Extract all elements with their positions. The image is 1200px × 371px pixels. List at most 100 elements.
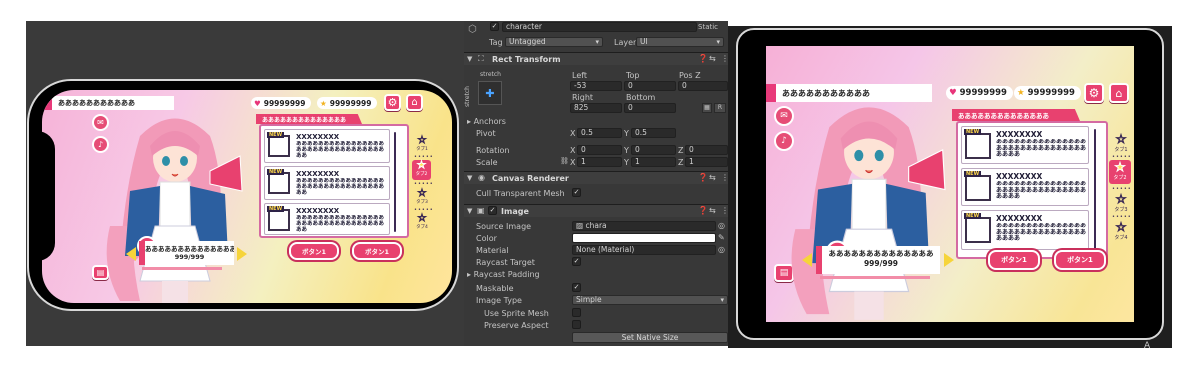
rot-x-field[interactable]: 0 xyxy=(577,145,622,155)
rot-y-field[interactable]: 0 xyxy=(631,145,676,155)
next-arrow-button[interactable] xyxy=(944,253,954,267)
foldout-arrow-icon[interactable]: ▼ xyxy=(467,55,472,63)
home-button[interactable]: ⌂ xyxy=(1109,83,1129,103)
item-text: ああああああああああああああああああああああああああああああああああ xyxy=(996,139,1086,159)
object-picker-icon[interactable]: ◎ xyxy=(718,245,725,254)
prev-arrow-button[interactable] xyxy=(802,253,812,267)
panel-title-text: ああああああああああああああ xyxy=(958,112,1049,120)
home-button[interactable]: ⌂ xyxy=(406,94,423,111)
list-scrollbar[interactable] xyxy=(1094,129,1096,253)
foldout-arrow-icon[interactable]: ▼ xyxy=(467,207,472,215)
tab-4[interactable]: ☆ タブ4 xyxy=(1112,220,1130,242)
top-field[interactable]: 0 xyxy=(624,81,676,91)
tab-3[interactable]: ☆ タブ3 xyxy=(1112,192,1130,214)
settings-button[interactable]: ⚙ xyxy=(384,94,401,111)
button-1[interactable]: ボタン1 xyxy=(988,250,1040,270)
list-item[interactable]: NEW XXXXXXXX あああああああああああああああああああああああああああ… xyxy=(961,168,1089,206)
constrain-proportions-icon[interactable]: ⛓ xyxy=(560,157,569,165)
button-2[interactable]: ボタン1 xyxy=(352,242,402,260)
item-text: ああああああああああああああああああああああああああああああああああ xyxy=(296,178,385,197)
preset-icon[interactable]: ⇆ xyxy=(709,206,716,215)
scale-x-label: X xyxy=(570,158,576,167)
pivot-y-value: 0.5 xyxy=(635,128,647,137)
preset-icon[interactable]: ⇆ xyxy=(709,173,716,182)
scale-y-field[interactable]: 1 xyxy=(631,157,676,167)
preset-icon[interactable]: ⇆ xyxy=(709,54,716,63)
kebab-menu-icon[interactable]: ⋮ xyxy=(721,173,728,182)
raycast-padding-foldout[interactable]: ▸ Raycast Padding xyxy=(467,270,540,279)
item-thumbnail xyxy=(965,133,991,159)
material-field[interactable]: None (Material) xyxy=(572,245,716,255)
set-native-size-button[interactable]: Set Native Size xyxy=(572,332,728,343)
game-view[interactable]: あああああああああああ ♥ 99999999 ★ 99999999 ⚙ ⌂ ✉ xyxy=(728,26,1172,348)
item-text: ああああああああああああああああああああああああああああああああああ xyxy=(996,223,1086,243)
next-arrow-button[interactable] xyxy=(237,247,247,261)
kebab-menu-icon[interactable]: ⋮ xyxy=(721,54,728,63)
image-enabled-checkbox[interactable]: ✓ xyxy=(488,206,497,215)
object-name-field[interactable]: character xyxy=(502,22,697,32)
raw-edit-label: R xyxy=(717,104,723,111)
pivot-y-field[interactable]: 0.5 xyxy=(631,128,676,138)
item-text: ああああああああああああああああああああああああああああああああああ xyxy=(296,215,385,234)
tag-dropdown[interactable]: Untagged xyxy=(505,37,603,47)
eyedropper-icon[interactable]: ✎ xyxy=(718,233,725,242)
kebab-menu-icon[interactable]: ⋮ xyxy=(721,206,728,215)
list-scrollbar[interactable] xyxy=(394,132,396,232)
posz-field[interactable]: 0 xyxy=(678,81,728,91)
maskable-checkbox[interactable]: ✓ xyxy=(572,283,581,292)
message-box: ああああああああああああああ 999/999 xyxy=(139,241,234,265)
bottom-field[interactable]: 0 xyxy=(624,103,676,113)
raycast-target-checkbox[interactable]: ✓ xyxy=(572,257,581,266)
new-badge: NEW xyxy=(267,169,285,175)
pivot-label: Pivot xyxy=(476,129,496,138)
foldout-arrow-icon[interactable]: ▼ xyxy=(467,174,472,182)
tab-1[interactable]: ☆ タブ1 xyxy=(1112,132,1130,154)
list-item[interactable]: NEW XXXXXXXX あああああああああああああああああああああああああああ… xyxy=(961,126,1089,164)
list-item[interactable]: NEW XXXXXXXX あああああああああああああああああああああああああああ… xyxy=(264,166,390,200)
use-sprite-mesh-checkbox[interactable] xyxy=(572,308,581,317)
layer-dropdown[interactable]: UI xyxy=(636,37,724,47)
tab-4[interactable]: ☆ タブ4 xyxy=(414,213,430,231)
scene-view[interactable]: あああああああああああ ♥ 99999999 ★ 99999999 ⚙ ⌂ ✉ … xyxy=(26,21,464,346)
tab-3[interactable]: ☆ タブ3 xyxy=(414,188,430,206)
raw-edit-button[interactable]: R xyxy=(714,103,726,113)
static-label[interactable]: Static xyxy=(698,23,718,31)
source-image-field[interactable]: ▨ chara xyxy=(572,221,716,231)
object-picker-icon[interactable]: ◎ xyxy=(718,221,725,230)
help-icon[interactable]: ❓ xyxy=(698,54,708,63)
settings-button[interactable]: ⚙ xyxy=(1084,83,1104,103)
help-icon[interactable]: ❓ xyxy=(698,173,708,182)
help-icon[interactable]: ❓ xyxy=(698,206,708,215)
rot-z-field[interactable]: 0 xyxy=(685,145,728,155)
list-item[interactable]: NEW XXXXXXXX あああああああああああああああああああああああああああ… xyxy=(264,129,390,163)
scale-z-field[interactable]: 1 xyxy=(685,157,728,167)
anchors-foldout[interactable]: ▸ Anchors xyxy=(467,117,506,126)
tab-1[interactable]: ☆ タブ1 xyxy=(414,135,430,153)
list-item[interactable]: NEW XXXXXXXX あああああああああああああああああああああああああああ… xyxy=(961,210,1089,250)
blueprint-mode-button[interactable]: ▦ xyxy=(702,103,712,113)
cull-checkbox[interactable]: ✓ xyxy=(572,188,581,197)
item-title: XXXXXXXX xyxy=(996,172,1043,181)
active-checkbox[interactable]: ✓ xyxy=(490,22,499,31)
rot-y-value: 0 xyxy=(635,145,640,154)
tab-2[interactable]: ★ タブ2 xyxy=(1109,160,1131,184)
tab-star-icon: ☆ xyxy=(1115,220,1127,235)
preserve-aspect-checkbox[interactable] xyxy=(572,320,581,329)
list-item[interactable]: NEW XXXXXXXX あああああああああああああああああああああああああああ… xyxy=(264,203,390,235)
tab-label: タブ2 xyxy=(415,172,428,177)
scale-x-field[interactable]: 1 xyxy=(577,157,622,167)
object-name: character xyxy=(506,22,542,31)
anchor-preset-button[interactable]: ✚ xyxy=(478,81,502,105)
item-thumbnail xyxy=(965,175,991,201)
button-2[interactable]: ボタン1 xyxy=(1054,250,1106,270)
prev-arrow-button[interactable] xyxy=(126,247,136,261)
color-swatch[interactable] xyxy=(572,233,716,243)
image-type-dropdown[interactable]: Simple xyxy=(572,295,728,305)
pivot-x-field[interactable]: 0.5 xyxy=(577,128,622,138)
item-thumbnail xyxy=(268,209,290,231)
left-field[interactable]: -53 xyxy=(570,81,622,91)
right-field[interactable]: 825 xyxy=(570,103,622,113)
tab-label: タブ3 xyxy=(416,200,428,205)
tab-2[interactable]: ★ タブ2 xyxy=(412,160,431,180)
button-1[interactable]: ボタン1 xyxy=(289,242,339,260)
